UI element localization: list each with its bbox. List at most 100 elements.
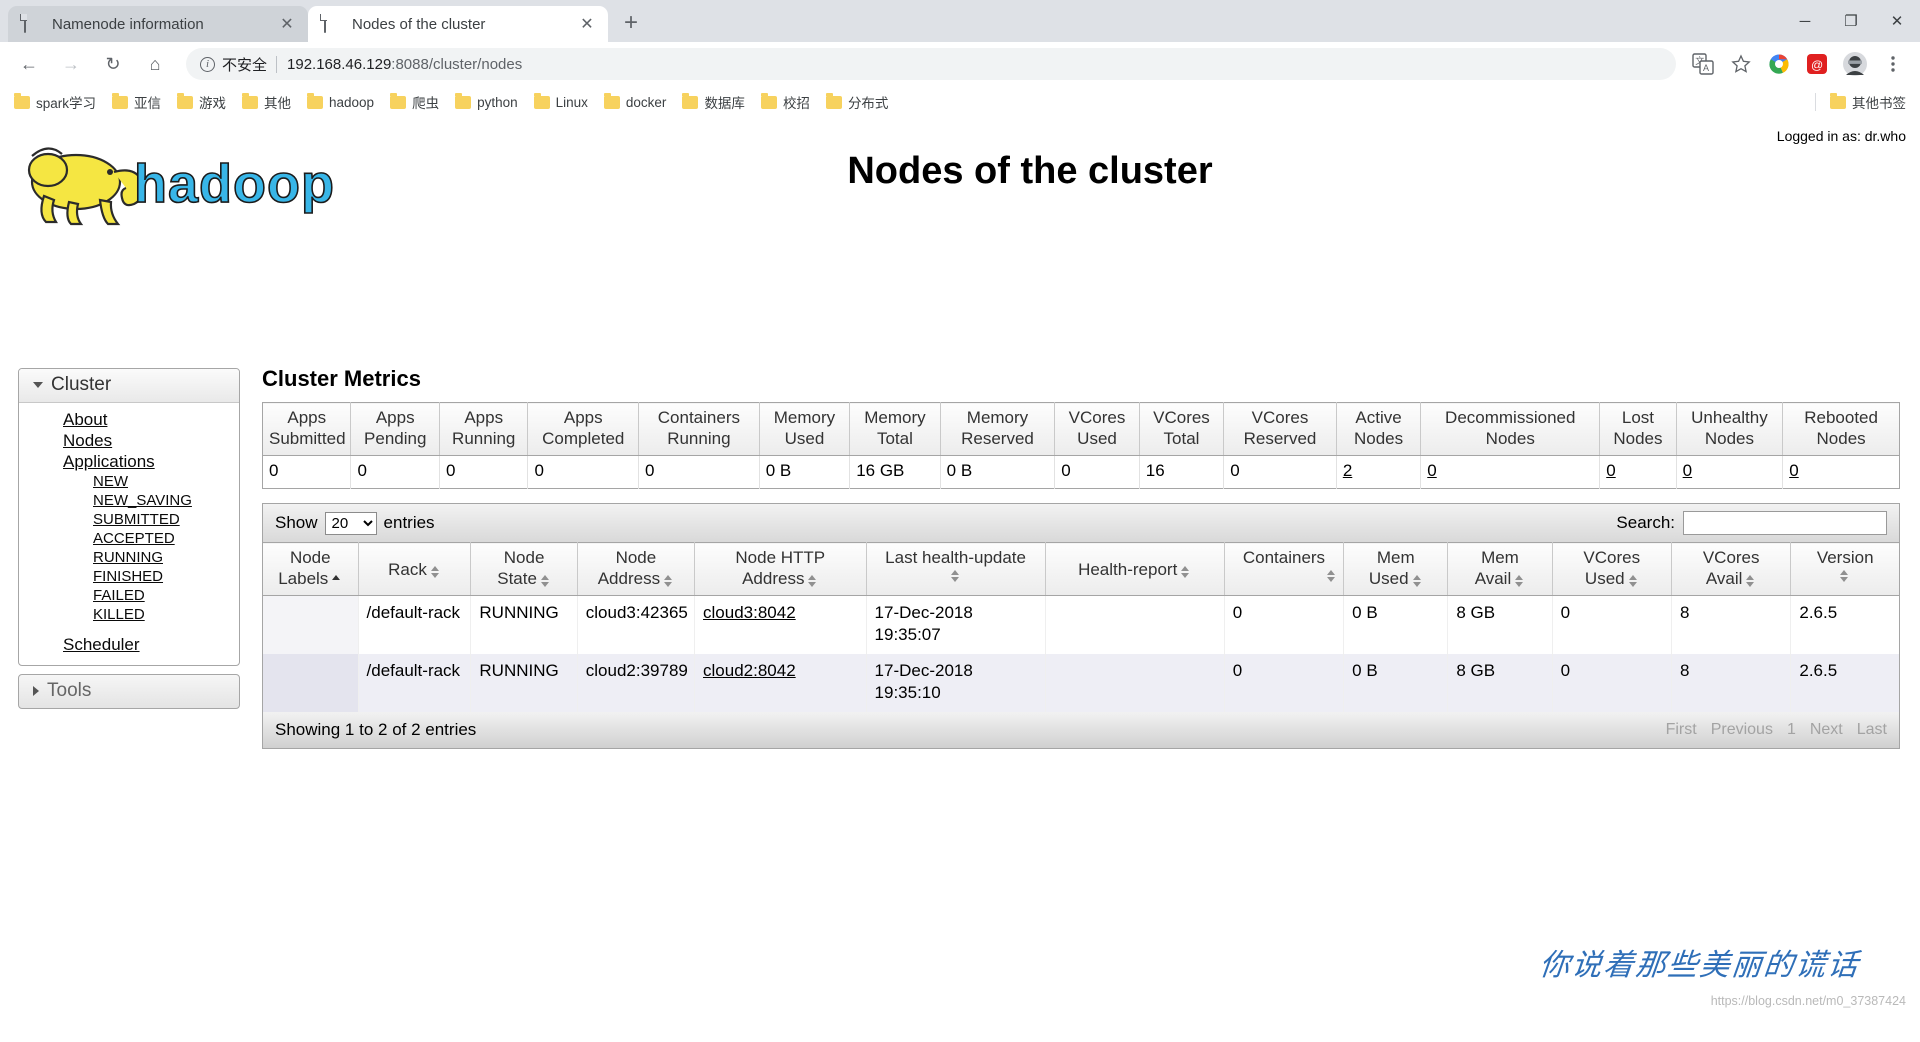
bookmark-item[interactable]: spark学习 bbox=[14, 92, 96, 112]
bookmark-item[interactable]: 其他 bbox=[242, 92, 291, 112]
sidebar-item-new[interactable]: NEW bbox=[19, 472, 239, 491]
sort-icon[interactable] bbox=[1746, 573, 1756, 589]
sidebar-item-finished[interactable]: FINISHED bbox=[19, 567, 239, 586]
sort-icon[interactable] bbox=[1515, 573, 1525, 589]
sidebar-item-scheduler[interactable]: Scheduler bbox=[19, 634, 239, 655]
sort-icon[interactable] bbox=[1412, 573, 1423, 589]
nodes-col-node-http-address[interactable]: Node HTTP Address bbox=[694, 542, 867, 596]
sort-icon[interactable] bbox=[1181, 564, 1191, 580]
lost-nodes-link[interactable]: 0 bbox=[1606, 461, 1615, 480]
translate-icon[interactable]: 文A bbox=[1688, 49, 1718, 79]
active-nodes-link[interactable]: 2 bbox=[1343, 461, 1352, 480]
search-input[interactable] bbox=[1683, 511, 1887, 535]
sidebar-item-running[interactable]: RUNNING bbox=[19, 548, 239, 567]
nodes-col-node-address[interactable]: Node Address bbox=[577, 542, 696, 596]
sort-icon[interactable] bbox=[1840, 568, 1850, 584]
sidebar-item-applications[interactable]: Applications bbox=[19, 451, 239, 472]
nodes-col-mem-used[interactable]: Mem Used bbox=[1343, 542, 1449, 596]
new-tab-button[interactable]: + bbox=[614, 6, 648, 40]
node-http-address-link[interactable]: cloud3:8042 bbox=[703, 603, 796, 622]
nodes-col-vcores-avail[interactable]: VCores Avail bbox=[1671, 542, 1792, 596]
sidebar-tools-header[interactable]: Tools bbox=[19, 675, 239, 708]
node-http-address-link[interactable]: cloud2:8042 bbox=[703, 661, 796, 680]
sidebar-item-new-saving[interactable]: NEW_SAVING bbox=[19, 491, 239, 510]
profile-avatar-icon[interactable] bbox=[1840, 49, 1870, 79]
metrics-col-vcores-total: VCores Total bbox=[1139, 402, 1225, 456]
page-first-button[interactable]: First bbox=[1666, 721, 1697, 739]
page-next-button[interactable]: Next bbox=[1810, 721, 1843, 739]
page-length-select[interactable]: 20 40 60 80 100 bbox=[324, 511, 377, 535]
nodes-col-last-health-update[interactable]: Last health-update bbox=[866, 542, 1046, 596]
sort-icon[interactable] bbox=[430, 564, 441, 580]
close-icon[interactable]: ✕ bbox=[576, 13, 598, 35]
bookmark-item[interactable]: 游戏 bbox=[177, 92, 226, 112]
tab-nodes-of-the-cluster[interactable]: Nodes of the cluster ✕ bbox=[308, 6, 608, 42]
forward-icon[interactable]: → bbox=[54, 47, 88, 81]
sort-asc-icon[interactable] bbox=[332, 573, 342, 589]
address-bar[interactable]: i 不安全 192.168.46.129:8088/cluster/nodes bbox=[186, 48, 1676, 80]
unhealthy-nodes-link[interactable]: 0 bbox=[1683, 461, 1692, 480]
chevron-right-icon bbox=[33, 686, 39, 696]
other-bookmarks-button[interactable]: 其他书签 bbox=[1830, 92, 1906, 112]
close-icon[interactable]: ✕ bbox=[276, 13, 298, 35]
bookmark-item[interactable]: 分布式 bbox=[825, 92, 888, 112]
nodes-col-node-labels[interactable]: Node Labels bbox=[262, 542, 359, 596]
sidebar-item-submitted[interactable]: SUBMITTED bbox=[19, 510, 239, 529]
folder-icon bbox=[177, 92, 194, 109]
nodes-col-vcores-used[interactable]: VCores Used bbox=[1552, 542, 1672, 596]
bookmark-item[interactable]: 亚信 bbox=[112, 92, 161, 112]
page-previous-button[interactable]: Previous bbox=[1711, 721, 1773, 739]
close-window-icon[interactable]: ✕ bbox=[1874, 0, 1920, 42]
table-row[interactable]: /default-rack RUNNING cloud2:39789 cloud… bbox=[262, 654, 1900, 712]
sort-icon[interactable] bbox=[1628, 573, 1639, 589]
tab-title: Nodes of the cluster bbox=[352, 15, 486, 33]
page-number-1[interactable]: 1 bbox=[1787, 721, 1796, 739]
bookmark-item[interactable]: docker bbox=[603, 92, 666, 110]
bookmark-item[interactable]: hadoop bbox=[307, 92, 374, 110]
metrics-col-lost-nodes: Lost Nodes bbox=[1599, 402, 1677, 456]
maximize-icon[interactable]: ❐ bbox=[1828, 0, 1874, 42]
page-last-button[interactable]: Last bbox=[1857, 721, 1887, 739]
datatable-length-control: Show 20 40 60 80 100 entries bbox=[275, 511, 435, 535]
bookmark-label: Linux bbox=[555, 94, 588, 110]
home-icon[interactable]: ⌂ bbox=[138, 47, 172, 81]
bookmark-item[interactable]: Linux bbox=[533, 92, 588, 110]
nodes-col-version[interactable]: Version bbox=[1790, 542, 1900, 596]
bookmark-item[interactable]: 爬虫 bbox=[390, 92, 439, 112]
cell-health-report bbox=[1045, 654, 1225, 712]
nodes-col-health-report[interactable]: Health-report bbox=[1045, 542, 1225, 596]
rebooted-nodes-link[interactable]: 0 bbox=[1789, 461, 1798, 480]
table-row[interactable]: /default-rack RUNNING cloud3:42365 cloud… bbox=[262, 595, 1900, 654]
tab-namenode-information[interactable]: Namenode information ✕ bbox=[8, 6, 308, 42]
cell-version: 2.6.5 bbox=[1790, 654, 1900, 712]
info-icon[interactable]: i bbox=[200, 56, 215, 72]
sidebar-item-nodes[interactable]: Nodes bbox=[19, 430, 239, 451]
app-extension-icon[interactable]: @ bbox=[1802, 49, 1832, 79]
sidebar-cluster-header[interactable]: Cluster bbox=[19, 369, 239, 403]
reload-icon[interactable]: ↻ bbox=[96, 47, 130, 81]
bookmark-item[interactable]: 数据库 bbox=[682, 92, 745, 112]
nodes-col-mem-avail[interactable]: Mem Avail bbox=[1447, 542, 1553, 596]
minimize-icon[interactable]: ─ bbox=[1782, 0, 1828, 42]
sort-icon[interactable] bbox=[664, 573, 674, 589]
decommissioned-nodes-link[interactable]: 0 bbox=[1427, 461, 1436, 480]
sort-icon[interactable] bbox=[808, 573, 818, 589]
sidebar-item-about[interactable]: About bbox=[19, 409, 239, 430]
sidebar-item-killed[interactable]: KILLED bbox=[19, 605, 239, 624]
bookmark-item[interactable]: 校招 bbox=[760, 92, 810, 112]
bookmark-star-icon[interactable] bbox=[1726, 49, 1756, 79]
nodes-col-node-state[interactable]: Node State bbox=[470, 542, 578, 596]
nodes-col-containers[interactable]: Containers bbox=[1224, 542, 1345, 596]
chrome-extension-icon[interactable] bbox=[1764, 49, 1794, 79]
cell-node-http-address: cloud3:8042 bbox=[694, 595, 867, 654]
sort-icon[interactable] bbox=[950, 568, 961, 584]
bookmark-item[interactable]: python bbox=[455, 92, 518, 110]
sidebar-item-accepted[interactable]: ACCEPTED bbox=[19, 529, 239, 548]
cell-mem-used: 0 B bbox=[1343, 654, 1449, 712]
chrome-menu-icon[interactable] bbox=[1878, 49, 1908, 79]
sidebar-item-failed[interactable]: FAILED bbox=[19, 586, 239, 605]
nodes-col-rack[interactable]: Rack bbox=[358, 542, 472, 596]
back-icon[interactable]: ← bbox=[12, 47, 46, 81]
sort-icon[interactable] bbox=[1327, 568, 1337, 584]
sort-icon[interactable] bbox=[540, 573, 551, 589]
